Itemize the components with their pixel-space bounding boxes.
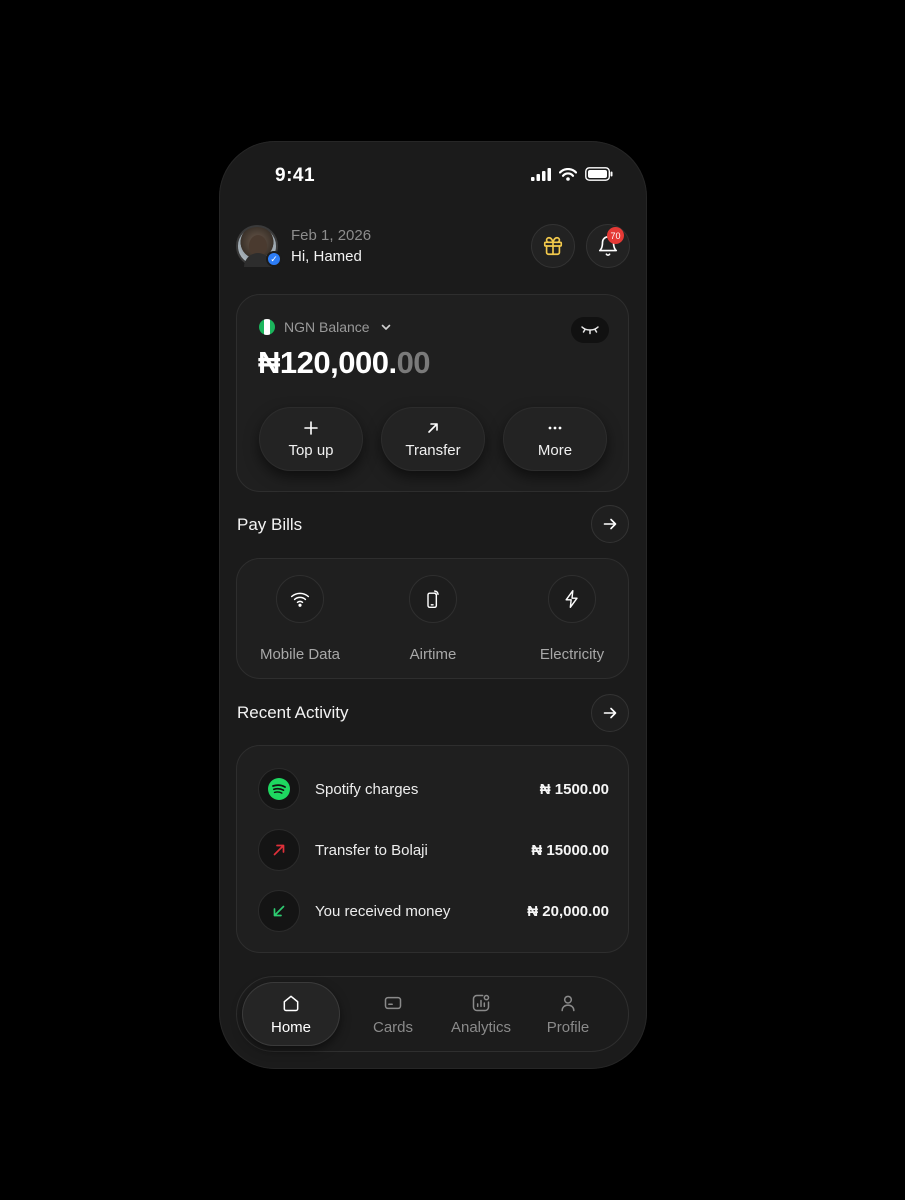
- balance-label[interactable]: NGN Balance: [284, 319, 370, 335]
- balance-whole: 120,000.: [279, 345, 397, 380]
- transfer-label: Transfer: [405, 441, 461, 459]
- arrow-right-icon: [603, 518, 617, 530]
- battery-icon: [585, 167, 613, 181]
- more-label: More: [537, 441, 573, 459]
- transaction-icon-circle: [258, 768, 300, 810]
- bill-electricity[interactable]: Electricity: [512, 575, 632, 663]
- recent-activity-title: Recent Activity: [237, 703, 349, 722]
- header-greeting: Hi, Hamed: [291, 248, 362, 265]
- user-icon: [561, 995, 575, 1011]
- list-item[interactable]: Spotify charges ₦ 1500.00: [258, 767, 609, 811]
- nav-label: Cards: [372, 1018, 413, 1036]
- bill-label: Mobile Data: [259, 646, 341, 663]
- nigeria-flag-icon: [259, 319, 275, 335]
- recent-activity-card: Spotify charges ₦ 1500.00 Transfer to Bo…: [236, 745, 629, 953]
- spotify-icon: [268, 778, 290, 800]
- verified-badge-icon: ✓: [266, 251, 282, 267]
- transaction-icon-circle: [258, 890, 300, 932]
- list-item[interactable]: You received money ₦ 20,000.00: [258, 889, 609, 933]
- bill-icon-circle: [409, 575, 457, 623]
- bill-label: Electricity: [539, 646, 605, 663]
- header-date: Feb 1, 2026: [291, 227, 372, 244]
- transaction-name: Transfer to Bolaji: [315, 841, 428, 859]
- pay-bills-see-all-button[interactable]: [591, 505, 629, 543]
- top-up-label: Top up: [288, 441, 334, 459]
- lightning-icon: [565, 589, 578, 609]
- transaction-name: You received money: [315, 902, 451, 920]
- nav-label: Profile: [546, 1018, 590, 1036]
- status-time: 9:41: [275, 165, 316, 186]
- balance-amount: ₦120,000.00: [258, 345, 431, 381]
- wifi-status-icon: [559, 167, 577, 181]
- bill-mobile-data[interactable]: Mobile Data: [240, 575, 360, 663]
- bottom-nav: Home Cards Analytics Profile: [236, 976, 629, 1052]
- top-up-button[interactable]: Top up: [259, 407, 363, 471]
- transaction-amount: ₦ 15000.00: [531, 841, 609, 859]
- currency-symbol: ₦: [258, 345, 280, 380]
- home-icon: [283, 995, 299, 1011]
- transaction-amount: ₦ 1500.00: [539, 780, 609, 798]
- nav-analytics[interactable]: Analytics: [441, 977, 521, 1051]
- analytics-icon: [472, 994, 490, 1011]
- list-item[interactable]: Transfer to Bolaji ₦ 15000.00: [258, 828, 609, 872]
- transaction-amount: ₦ 20,000.00: [527, 902, 609, 920]
- pay-bills-title: Pay Bills: [237, 515, 303, 534]
- pay-bills-card: Mobile Data Airtime Electricity: [236, 558, 629, 679]
- balance-card: NGN Balance ₦120,000.00 Top up Transfer …: [236, 294, 629, 492]
- card-icon: [384, 996, 402, 1009]
- phone-signal-icon: [427, 590, 439, 609]
- bill-icon-circle: [548, 575, 596, 623]
- transfer-button[interactable]: Transfer: [381, 407, 485, 471]
- arrow-up-right-icon: [428, 422, 438, 433]
- chevron-down-icon[interactable]: [380, 321, 392, 333]
- incoming-arrow-icon: [273, 905, 285, 917]
- arrow-right-icon: [603, 707, 617, 719]
- ellipsis-icon: [548, 426, 562, 429]
- more-button[interactable]: More: [503, 407, 607, 471]
- hide-balance-button[interactable]: [571, 317, 609, 343]
- bill-label: Airtime: [409, 646, 457, 663]
- eye-closed-icon: [581, 326, 599, 335]
- plus-icon: [304, 420, 318, 435]
- nav-label: Analytics: [450, 1018, 512, 1036]
- transaction-icon-circle: [258, 829, 300, 871]
- bill-icon-circle: [276, 575, 324, 623]
- recent-activity-see-all-button[interactable]: [591, 694, 629, 732]
- outgoing-arrow-icon: [273, 844, 285, 856]
- balance-decimal: 00: [396, 345, 431, 380]
- signal-icon: [531, 167, 551, 181]
- nav-cards[interactable]: Cards: [357, 977, 429, 1051]
- notification-count-badge: 70: [607, 227, 624, 244]
- gift-icon: [543, 236, 563, 256]
- gift-button[interactable]: [531, 224, 575, 268]
- phone-frame: 9:41 ✓ Feb 1, 2026 Hi, Hamed 70 NGN Bala…: [219, 141, 647, 1069]
- status-icons: [531, 167, 613, 181]
- wifi-icon: [290, 592, 310, 607]
- nav-home[interactable]: Home: [242, 982, 340, 1046]
- nav-label: Home: [270, 1018, 311, 1036]
- transaction-name: Spotify charges: [315, 780, 419, 798]
- nav-profile[interactable]: Profile: [533, 977, 603, 1051]
- bill-airtime[interactable]: Airtime: [373, 575, 493, 663]
